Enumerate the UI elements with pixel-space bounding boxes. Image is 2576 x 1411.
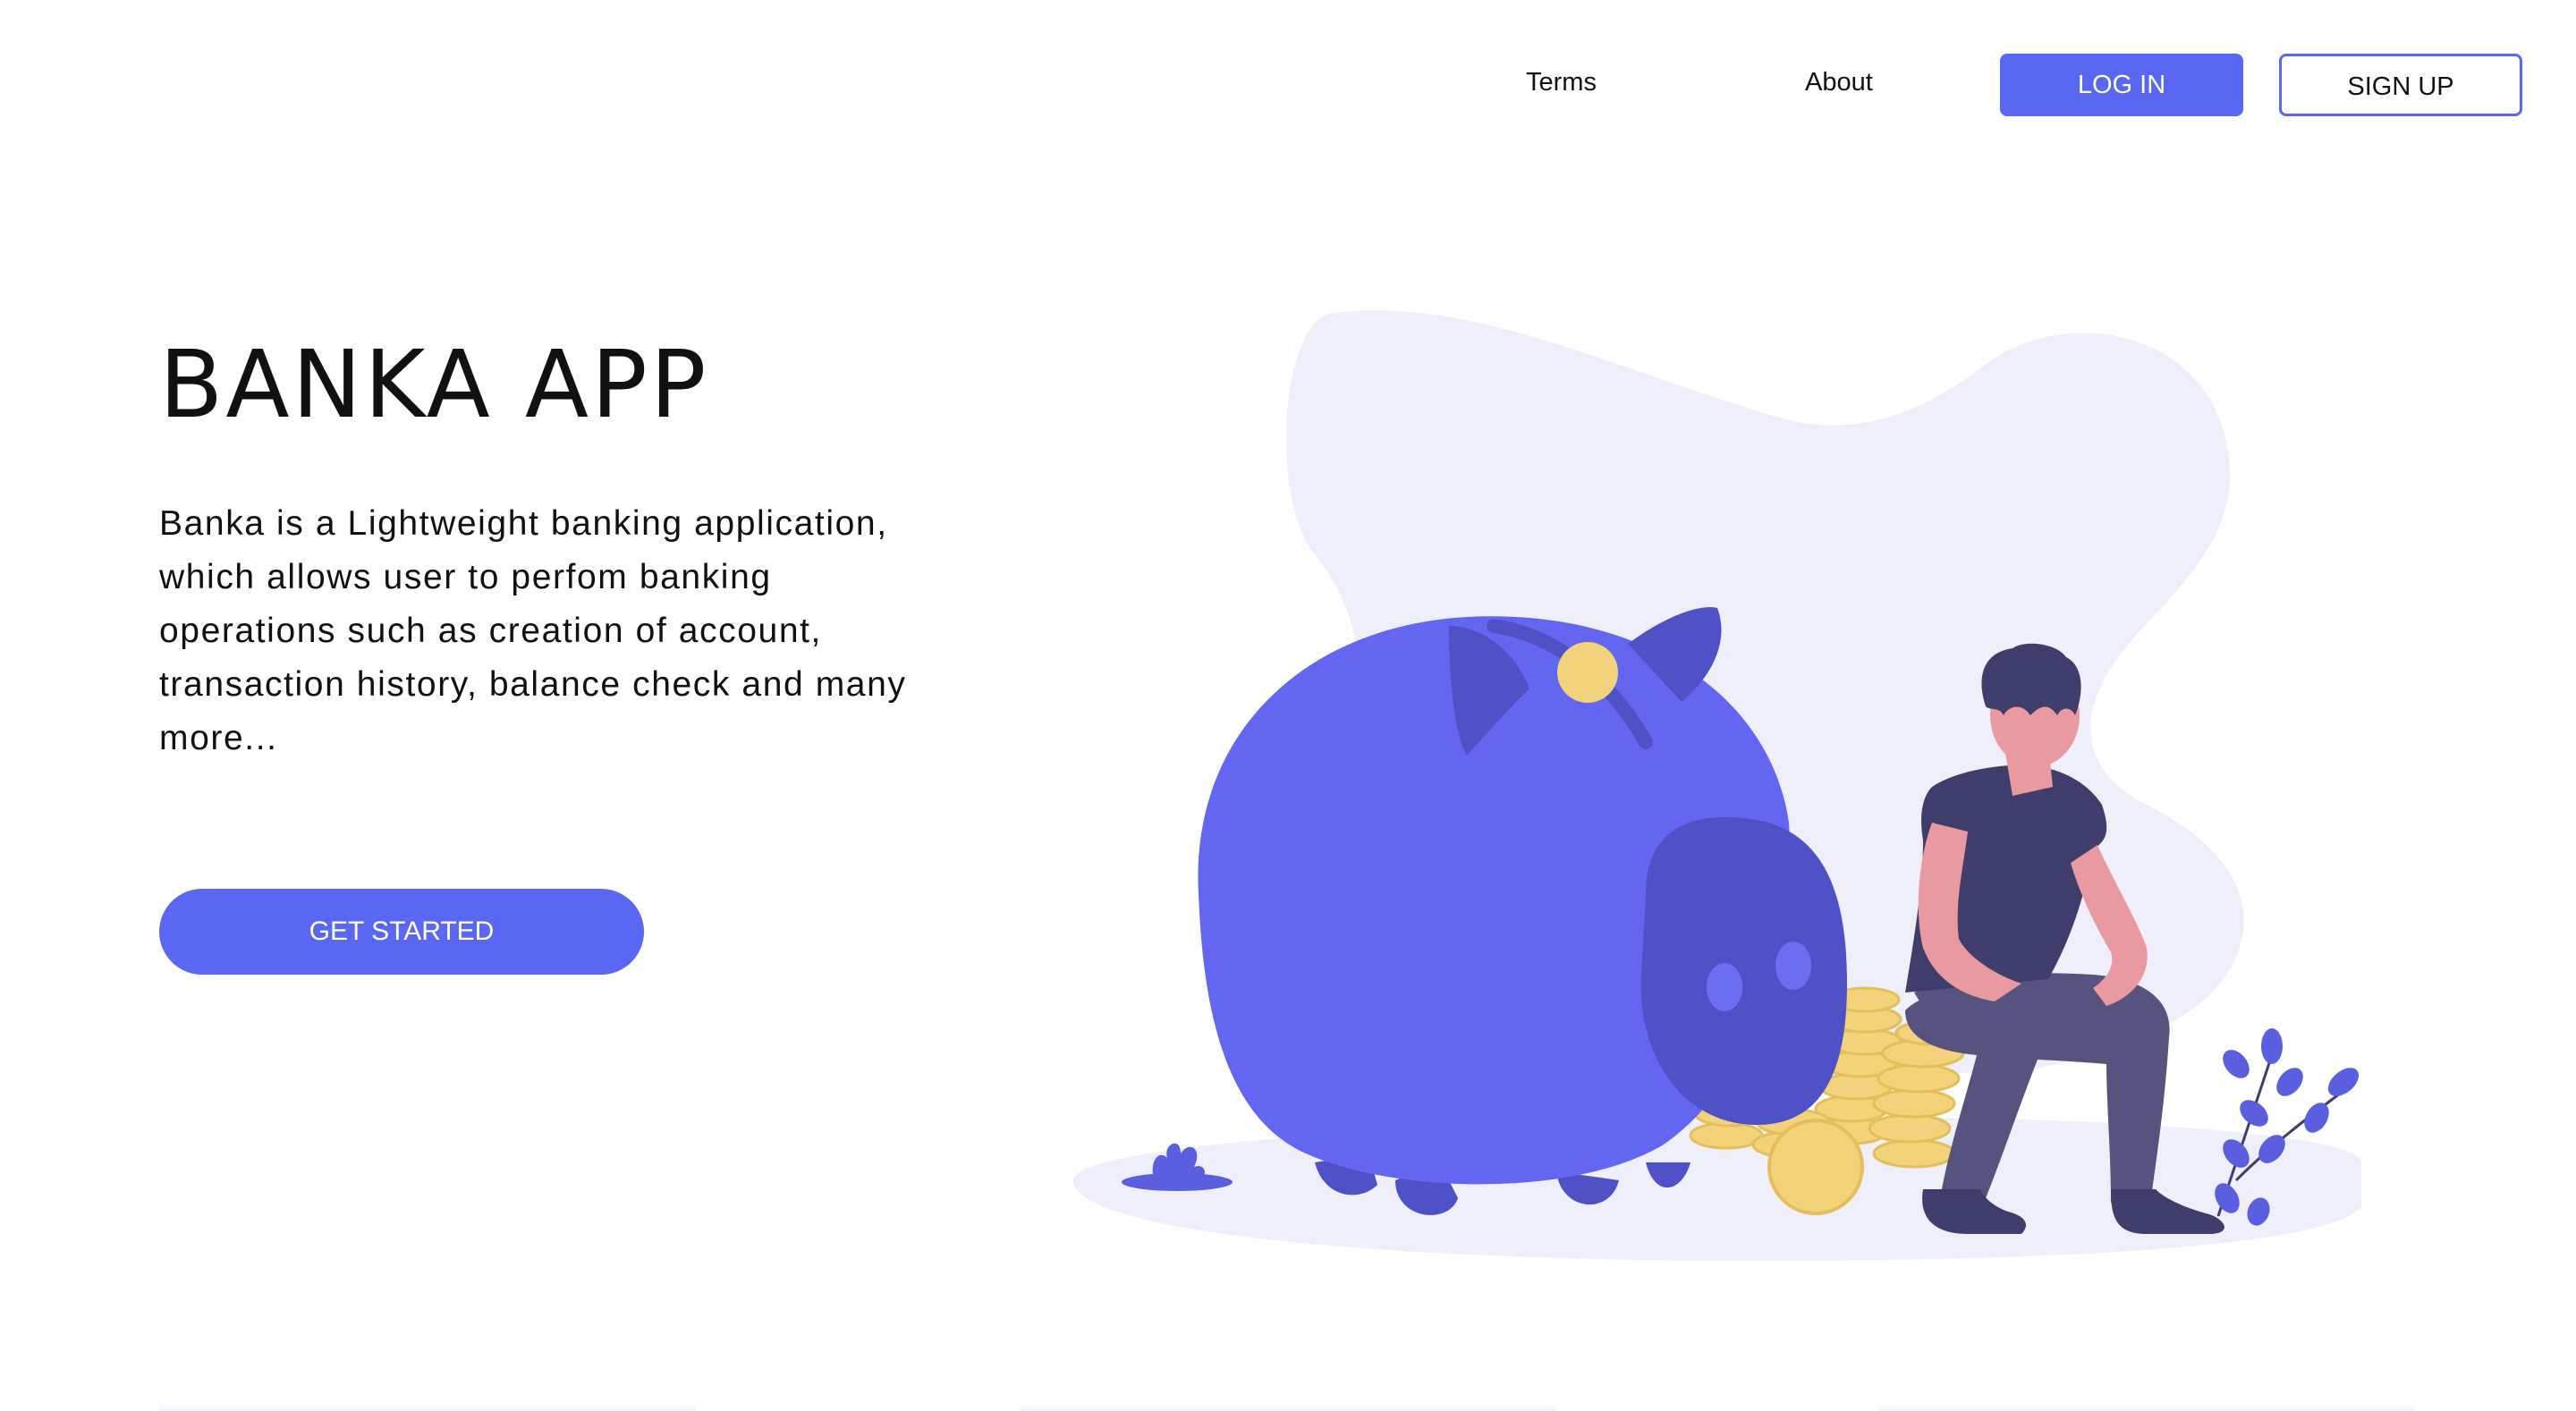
nostril-right — [1775, 942, 1811, 990]
footer-card-edge — [1878, 1404, 2415, 1411]
pig-snout — [1640, 816, 1847, 1126]
large-coin — [1767, 1119, 1864, 1215]
piggy-bank-illustration — [1073, 310, 2361, 1261]
landing-page: Terms About LOG IN SIGN UP BANKA APP Ban… — [0, 0, 2576, 1411]
slot-coin — [1557, 642, 1618, 703]
nostril-left — [1707, 963, 1742, 1011]
footer-card-edge — [159, 1404, 696, 1411]
footer-card-edge — [1020, 1404, 1556, 1411]
